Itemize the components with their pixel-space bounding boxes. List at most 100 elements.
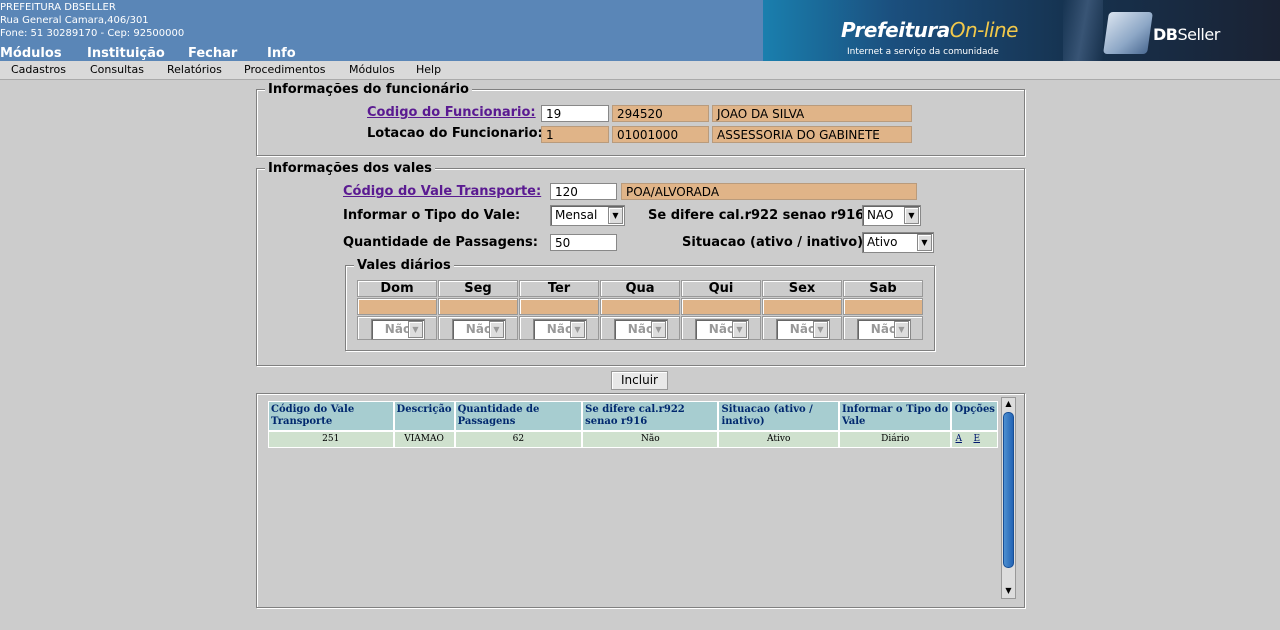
menu-procedimentos[interactable]: Procedimentos xyxy=(244,63,326,76)
col-tipo-header: Informar o Tipo do Vale xyxy=(838,401,952,431)
col-quantidade-header: Quantidade de Passagens xyxy=(454,401,583,431)
chevron-down-icon: ▼ xyxy=(813,321,828,338)
day-sab-select-cell: Não ▼ xyxy=(843,316,923,340)
difere-select[interactable]: NAO ▼ xyxy=(862,205,921,226)
day-sex-select-cell: Não ▼ xyxy=(762,316,842,340)
menu-cadastros[interactable]: Cadastros xyxy=(11,63,66,76)
day-sex-select[interactable]: Não ▼ xyxy=(776,319,830,340)
day-ter-select-cell: Não ▼ xyxy=(519,316,599,340)
cell-situacao: Ativo xyxy=(718,431,839,448)
days-header-row: Dom Seg Ter Qua Qui Sex Sab xyxy=(357,280,923,297)
day-seg-input[interactable] xyxy=(438,298,518,315)
scroll-up-arrow-icon[interactable]: ▲ xyxy=(1002,398,1015,411)
vale-desc-field: POA/ALVORADA xyxy=(621,183,917,200)
chevron-down-icon: ▼ xyxy=(489,321,504,338)
cell-tipo: Diário xyxy=(838,431,952,448)
tipo-vale-select[interactable]: Mensal ▼ xyxy=(550,205,625,226)
cell-descricao: VIAMAO xyxy=(393,431,455,448)
day-sab-select[interactable]: Não ▼ xyxy=(857,319,911,340)
day-qua-input[interactable] xyxy=(600,298,680,315)
situacao-select[interactable]: Ativo ▼ xyxy=(862,232,934,253)
col-descricao-header: Descrição xyxy=(393,401,455,431)
excluir-link[interactable]: E xyxy=(973,434,980,444)
menu-modulos[interactable]: Módulos xyxy=(349,63,395,76)
day-qua-select[interactable]: Não ▼ xyxy=(614,319,668,340)
lotacao-desc-field: ASSESSORIA DO GABINETE xyxy=(712,126,912,143)
chevron-down-icon: ▼ xyxy=(732,321,747,338)
day-qui-input[interactable] xyxy=(681,298,761,315)
scroll-down-arrow-icon[interactable]: ▼ xyxy=(1002,585,1015,598)
codigo-funcionario-link[interactable]: Codigo do Funcionario: xyxy=(367,105,536,120)
col-situacao-header: Situacao (ativo / inativo) xyxy=(718,401,839,431)
grid-header-row: Código do Vale Transporte Descrição Quan… xyxy=(268,401,998,431)
table-row: 251 VIAMAO 62 Não Ativo Diário A E xyxy=(268,431,998,448)
quantidade-input[interactable]: 50 xyxy=(550,234,617,251)
cell-quantidade: 62 xyxy=(454,431,583,448)
quantidade-label: Quantidade de Passagens: xyxy=(343,235,538,250)
codigo-funcionario-input[interactable]: 19 xyxy=(541,105,609,122)
matricula-field: 294520 xyxy=(612,105,709,122)
banner-separator xyxy=(1063,0,1103,61)
situacao-label: Situacao (ativo / inativo): xyxy=(682,235,869,250)
dbseller-logo-icon xyxy=(1103,12,1153,54)
nav-fechar[interactable]: Fechar xyxy=(188,46,237,61)
nav-info[interactable]: Info xyxy=(267,46,296,61)
col-difere-header: Se difere cal.r922 senao r916 xyxy=(582,401,719,431)
day-dom-select-cell: Não ▼ xyxy=(357,316,437,340)
codigo-vale-link[interactable]: Código do Vale Transporte: xyxy=(343,184,541,199)
chevron-down-icon: ▼ xyxy=(651,321,666,338)
chevron-down-icon: ▼ xyxy=(408,321,423,338)
grid-scrollbar[interactable]: ▲ ▼ xyxy=(1001,397,1016,599)
day-sex-header: Sex xyxy=(762,280,842,297)
vales-fieldset: Informações dos vales Código do Vale Tra… xyxy=(256,161,1025,366)
day-ter-header: Ter xyxy=(519,280,599,297)
header-info: PREFEITURA DBSELLER Rua General Camara,4… xyxy=(0,1,184,40)
day-qua-select-cell: Não ▼ xyxy=(600,316,680,340)
day-seg-header: Seg xyxy=(438,280,518,297)
day-seg-select-cell: Não ▼ xyxy=(438,316,518,340)
nome-funcionario-field: JOAO DA SILVA xyxy=(712,105,912,122)
prefeitura-online-logo: PrefeituraOn-line xyxy=(841,18,1018,42)
nav-modulos[interactable]: Módulos xyxy=(0,46,62,61)
vales-diarios-fieldset: Vales diários Dom Seg Ter Qua Qui Sex Sa… xyxy=(345,258,935,351)
day-qua-header: Qua xyxy=(600,280,680,297)
menu-consultas[interactable]: Consultas xyxy=(90,63,144,76)
incluir-button[interactable]: Incluir xyxy=(611,371,668,390)
difere-label: Se difere cal.r922 senao r916: xyxy=(648,208,870,223)
alterar-link[interactable]: A xyxy=(955,434,962,444)
nav-instituicao[interactable]: Instituição xyxy=(87,46,165,61)
chevron-down-icon: ▼ xyxy=(570,321,585,338)
day-qui-select[interactable]: Não ▼ xyxy=(695,319,749,340)
day-seg-select[interactable]: Não ▼ xyxy=(452,319,506,340)
chevron-down-icon: ▼ xyxy=(608,207,623,224)
day-dom-header: Dom xyxy=(357,280,437,297)
day-ter-input[interactable] xyxy=(519,298,599,315)
lotacao-input[interactable]: 1 xyxy=(541,126,609,143)
day-sex-input[interactable] xyxy=(762,298,842,315)
tipo-vale-label: Informar o Tipo do Vale: xyxy=(343,208,521,223)
org-name: PREFEITURA DBSELLER xyxy=(0,2,116,13)
day-ter-select[interactable]: Não ▼ xyxy=(533,319,587,340)
chevron-down-icon: ▼ xyxy=(904,207,919,224)
days-select-row: Não ▼ Não ▼ Não ▼ Não ▼ Não ▼ Não ▼ Não ▼ xyxy=(357,316,923,340)
day-dom-select[interactable]: Não ▼ xyxy=(371,319,425,340)
day-sab-header: Sab xyxy=(843,280,923,297)
banner-tagline: Internet a serviço da comunidade xyxy=(847,47,999,57)
chevron-down-icon: ▼ xyxy=(917,234,932,251)
day-sab-input[interactable] xyxy=(843,298,923,315)
lotacao-label: Lotacao do Funcionario: xyxy=(367,126,543,141)
cell-codigo: 251 xyxy=(268,431,394,448)
vales-grid: Código do Vale Transporte Descrição Quan… xyxy=(268,401,998,448)
funcionario-legend: Informações do funcionário xyxy=(265,82,472,97)
col-opcoes-header: Opções xyxy=(951,401,998,431)
org-contact: Fone: 51 30289170 - Cep: 92500000 xyxy=(0,28,185,39)
cell-opcoes: A E xyxy=(951,431,998,448)
codigo-vale-input[interactable]: 120 xyxy=(550,183,617,200)
header: PREFEITURA DBSELLER Rua General Camara,4… xyxy=(0,0,1280,61)
day-dom-input[interactable] xyxy=(357,298,437,315)
menu-relatorios[interactable]: Relatórios xyxy=(167,63,222,76)
scrollbar-thumb[interactable] xyxy=(1003,412,1014,568)
vales-diarios-table: Dom Seg Ter Qua Qui Sex Sab Não▼ Não▼ xyxy=(356,279,924,341)
funcionario-fieldset: Informações do funcionário Codigo do Fun… xyxy=(256,82,1025,156)
menu-help[interactable]: Help xyxy=(416,63,441,76)
